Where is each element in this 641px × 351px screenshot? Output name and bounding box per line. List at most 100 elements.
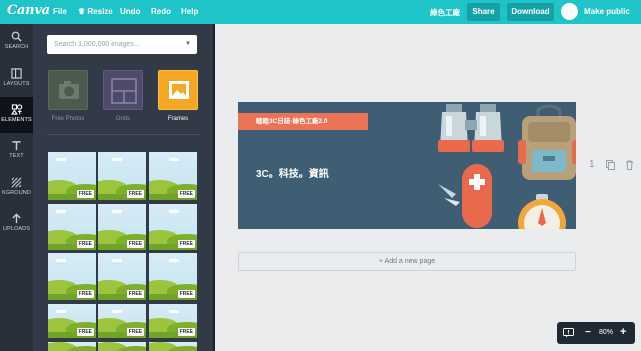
menu-redo[interactable]: Redo — [151, 7, 171, 16]
upload-arrow-icon — [12, 213, 21, 224]
frame-icon — [158, 70, 198, 110]
panel-divider — [47, 134, 200, 135]
rail-background[interactable]: KGROUND — [0, 170, 33, 206]
frame-tile[interactable]: FREE — [48, 152, 96, 200]
cloud-shape — [112, 210, 122, 213]
frame-tile[interactable] — [149, 342, 197, 351]
panel-scrollbar[interactable] — [213, 24, 215, 351]
frame-tile[interactable]: FREE — [149, 253, 197, 300]
duplicate-page-icon[interactable] — [606, 160, 615, 170]
frame-tile[interactable] — [98, 342, 146, 351]
zoom-out-button[interactable]: − — [585, 327, 591, 338]
layouts-icon — [11, 68, 22, 79]
rail-elements-label: ELEMENTS — [1, 117, 32, 123]
free-badge: FREE — [177, 240, 195, 248]
frame-tile[interactable]: FREE — [98, 253, 146, 300]
rail-uploads-label: UPLOADS — [3, 226, 30, 232]
zoom-in-button[interactable]: + — [620, 326, 626, 338]
frame-tile[interactable]: FREE — [149, 204, 197, 250]
frame-tile[interactable] — [48, 342, 96, 351]
add-page-button[interactable]: + Add a new page — [238, 252, 576, 271]
cloud-shape — [169, 259, 179, 262]
camera-icon — [48, 70, 88, 110]
cloud-shape — [56, 310, 66, 313]
swiss-knife-icon — [438, 164, 492, 228]
free-badge: FREE — [76, 190, 94, 198]
free-badge: FREE — [126, 190, 144, 198]
rail-uploads[interactable]: UPLOADS — [0, 206, 33, 242]
rail-text[interactable]: TEXT — [0, 133, 33, 169]
title-banner[interactable]: 睦睦3C日誌-綠色工廠2.0 — [238, 113, 368, 130]
menu-undo[interactable]: Undo — [120, 7, 140, 16]
free-badge: FREE — [76, 290, 94, 298]
backpack-icon — [518, 104, 576, 180]
rail-layouts[interactable]: LAYOUTS — [0, 61, 33, 97]
category-label: Grids — [115, 116, 131, 122]
category-grids[interactable]: Grids — [103, 70, 143, 122]
help-chat-icon[interactable] — [563, 328, 574, 338]
canva-logo[interactable]: Canva — [7, 3, 50, 18]
menu-file[interactable]: File — [53, 7, 67, 16]
background-pattern-icon — [11, 177, 22, 188]
rail-search-label: SEARCH — [4, 44, 29, 50]
cloud-shape — [56, 158, 66, 161]
zoom-control: − 80% + — [557, 322, 635, 344]
category-label: Frames — [167, 116, 189, 122]
rail-text-label: TEXT — [9, 153, 24, 159]
zoom-level[interactable]: 80% — [599, 329, 613, 336]
menu-resize[interactable]: ♛ Resize — [78, 7, 113, 16]
cloud-shape — [112, 259, 122, 262]
cloud-shape — [169, 210, 179, 213]
frame-tile[interactable]: FREE — [98, 204, 146, 250]
rail-background-label: KGROUND — [2, 190, 31, 196]
cloud-shape — [112, 158, 122, 161]
free-badge: FREE — [76, 328, 94, 336]
delete-page-icon[interactable] — [625, 160, 634, 170]
rail-layouts-label: LAYOUTS — [3, 81, 30, 87]
grid-icon — [103, 70, 143, 110]
avatar[interactable] — [561, 3, 578, 20]
rail-search[interactable]: SEARCH — [0, 24, 33, 60]
make-public-button[interactable]: Make public — [584, 7, 630, 16]
free-badge: FREE — [126, 328, 144, 336]
design-page[interactable]: 睦睦3C日誌-綠色工廠2.0 3C。科技。資訊 — [238, 102, 576, 229]
menu-help[interactable]: Help — [181, 7, 198, 16]
share-button[interactable]: Share — [467, 3, 500, 21]
elements-panel: Search 1,000,000 images... ▼ Free Photos… — [33, 24, 214, 351]
frame-tile[interactable]: FREE — [48, 204, 96, 250]
cloud-shape — [56, 259, 66, 262]
free-badge: FREE — [177, 290, 195, 298]
frame-tile[interactable]: FREE — [149, 152, 197, 200]
frame-tile[interactable]: FREE — [98, 304, 146, 338]
download-button[interactable]: Download — [507, 3, 554, 21]
cloud-shape — [112, 310, 122, 313]
frame-tile[interactable]: FREE — [48, 304, 96, 338]
search-icon — [11, 31, 22, 42]
compass-icon — [518, 194, 566, 229]
page-number: 1 — [589, 159, 595, 170]
rail-elements[interactable]: ELEMENTS — [0, 97, 33, 133]
frame-tile[interactable]: FREE — [48, 253, 96, 300]
cloud-shape — [169, 158, 179, 161]
category-free-photos[interactable]: Free Photos — [48, 70, 88, 122]
free-badge: FREE — [126, 240, 144, 248]
category-label: Free Photos — [51, 116, 85, 122]
design-title[interactable]: 綠色工廠 — [430, 7, 460, 18]
crown-icon: ♛ — [78, 7, 86, 16]
frame-tile[interactable]: FREE — [98, 152, 146, 200]
top-bar: Canva File ♛ Resize Undo Redo Help 綠色工廠 … — [0, 0, 641, 24]
category-frames[interactable]: Frames — [158, 70, 198, 122]
tagline-text[interactable]: 3C。科技。資訊 — [256, 165, 329, 180]
free-badge: FREE — [76, 240, 94, 248]
binoculars-icon — [438, 104, 504, 152]
text-icon — [12, 141, 21, 151]
cloud-shape — [56, 210, 66, 213]
free-badge: FREE — [126, 290, 144, 298]
frame-tile[interactable]: FREE — [149, 304, 197, 338]
cloud-shape — [169, 310, 179, 313]
chevron-down-icon[interactable]: ▼ — [185, 35, 191, 54]
free-badge: FREE — [177, 328, 195, 336]
side-rail: SEARCH LAYOUTS ELEMENTS TEXT KGROUND UPL… — [0, 24, 33, 351]
search-input[interactable]: Search 1,000,000 images... ▼ — [47, 35, 197, 54]
free-badge: FREE — [177, 190, 195, 198]
